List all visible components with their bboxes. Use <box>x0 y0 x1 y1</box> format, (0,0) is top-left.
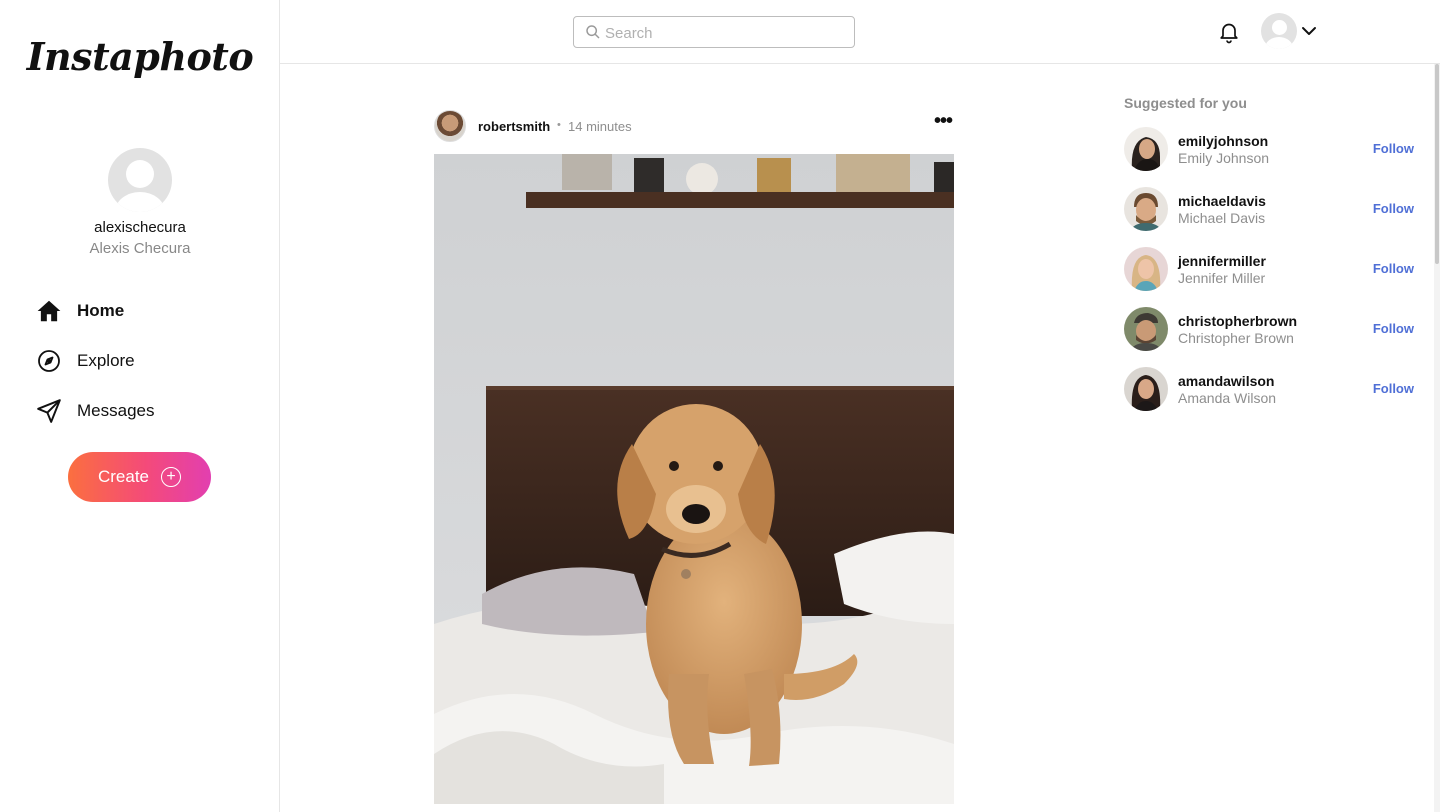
bell-icon[interactable] <box>1217 20 1241 44</box>
suggestion-fullname: Amanda Wilson <box>1178 390 1277 406</box>
suggestion-avatar[interactable] <box>1124 367 1168 411</box>
suggestion-avatar[interactable] <box>1124 247 1168 291</box>
follow-button[interactable]: Follow <box>1373 201 1414 216</box>
suggestion-item: christopherbrown Christopher Brown Follo… <box>1124 306 1414 366</box>
nav-item-messages[interactable]: Messages <box>36 386 154 436</box>
puppy-photo <box>434 154 954 804</box>
suggestion-fullname: Jennifer Miller <box>1178 270 1266 286</box>
post-header: robertsmith • 14 minutes ••• <box>434 110 954 142</box>
post-image[interactable] <box>434 154 954 804</box>
suggestion-username[interactable]: christopherbrown <box>1178 313 1297 329</box>
user-avatar-menu[interactable] <box>1261 13 1297 49</box>
app-logo[interactable]: Instaphoto <box>0 34 280 79</box>
compass-icon <box>36 348 62 374</box>
suggestion-username[interactable]: amandawilson <box>1178 373 1274 389</box>
main-nav: Home Explore Messages <box>36 286 154 436</box>
suggestion-item: michaeldavis Michael Davis Follow <box>1124 186 1414 246</box>
more-options-icon[interactable]: ••• <box>932 111 954 136</box>
create-button-label: Create <box>97 467 150 486</box>
nav-item-home[interactable]: Home <box>36 286 154 336</box>
create-button[interactable]: Create + <box>68 452 211 502</box>
follow-button[interactable]: Follow <box>1373 321 1414 336</box>
suggestion-item: amandawilson Amanda Wilson Follow <box>1124 366 1414 426</box>
nav-item-label: Messages <box>77 401 155 420</box>
follow-button[interactable]: Follow <box>1373 141 1414 156</box>
profile-avatar[interactable] <box>108 148 172 212</box>
nav-item-explore[interactable]: Explore <box>36 336 154 386</box>
suggestion-avatar[interactable] <box>1124 127 1168 171</box>
suggestion-item: jennifermiller Jennifer Miller Follow <box>1124 246 1414 306</box>
profile-fullname: Alexis Checura <box>89 240 191 257</box>
profile-username[interactable]: alexischecura <box>0 219 280 236</box>
suggestion-username[interactable]: michaeldavis <box>1178 193 1266 209</box>
nav-item-label: Explore <box>77 351 135 370</box>
plus-circle-icon: + <box>161 467 182 487</box>
suggestion-item: emilyjohnson Emily Johnson Follow <box>1124 126 1414 186</box>
suggestion-fullname: Michael Davis <box>1178 210 1266 226</box>
sidebar: Instaphoto alexischecura Alexis Checura … <box>0 0 280 812</box>
suggestion-avatar[interactable] <box>1124 187 1168 231</box>
suggestion-username[interactable]: emilyjohnson <box>1178 133 1268 149</box>
chevron-down-icon[interactable] <box>1300 22 1318 40</box>
post-author-username[interactable]: robertsmith <box>478 119 550 134</box>
post-separator: • <box>557 119 561 131</box>
suggestions-title: Suggested for you <box>1124 95 1247 111</box>
suggestion-avatar[interactable] <box>1124 307 1168 351</box>
post-author-avatar[interactable] <box>434 110 466 142</box>
nav-item-label: Home <box>77 301 125 320</box>
follow-button[interactable]: Follow <box>1373 381 1414 396</box>
follow-button[interactable]: Follow <box>1373 261 1414 276</box>
search-input[interactable] <box>605 22 845 44</box>
top-bar <box>280 0 1440 64</box>
search-box[interactable] <box>573 16 855 48</box>
scrollbar[interactable] <box>1434 64 1440 812</box>
scrollbar-thumb[interactable] <box>1435 64 1439 264</box>
suggestion-fullname: Christopher Brown <box>1178 330 1294 346</box>
search-icon <box>585 24 601 45</box>
home-icon <box>36 298 62 324</box>
post-timestamp: 14 minutes <box>568 119 632 134</box>
suggestion-fullname: Emily Johnson <box>1178 150 1270 166</box>
send-icon <box>36 398 62 424</box>
suggestion-username[interactable]: jennifermiller <box>1178 253 1266 269</box>
suggestions-list: emilyjohnson Emily Johnson Follow michae… <box>1124 126 1414 426</box>
